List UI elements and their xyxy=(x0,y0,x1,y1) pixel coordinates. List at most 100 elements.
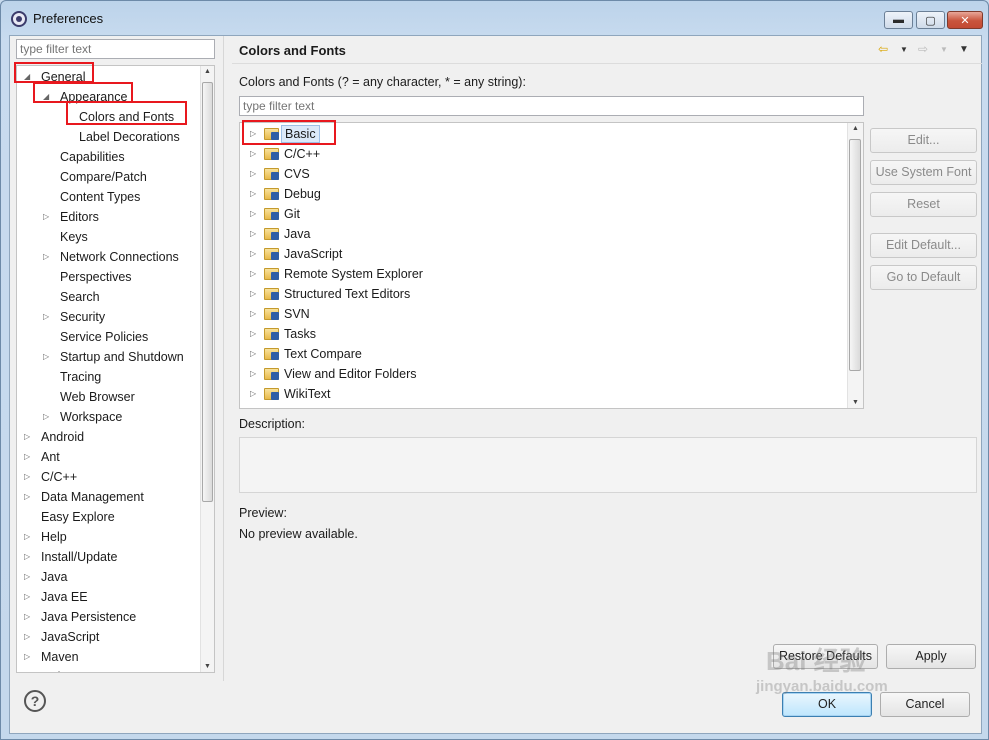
help-icon[interactable]: ? xyxy=(24,690,46,712)
left-filter-input[interactable] xyxy=(16,39,215,59)
collapsed-arrow-icon[interactable]: ▷ xyxy=(250,284,260,304)
tree-item[interactable]: ▷ Network Connections xyxy=(17,247,201,267)
collapsed-arrow-icon[interactable]: ▷ xyxy=(250,264,260,284)
view-menu-icon[interactable]: ▼ xyxy=(959,44,969,55)
tree-item[interactable]: ▷ Android xyxy=(17,427,201,447)
minimize-button[interactable]: ▬ xyxy=(884,11,913,29)
tree-item[interactable]: Tracing xyxy=(17,367,201,387)
close-button[interactable]: ✕ xyxy=(947,11,983,29)
collapsed-arrow-icon[interactable]: ▷ xyxy=(24,647,34,667)
collapsed-arrow-icon[interactable]: ▷ xyxy=(43,247,53,267)
tree-item[interactable]: ▷ Editors xyxy=(17,207,201,227)
collapsed-arrow-icon[interactable]: ▷ xyxy=(250,244,260,264)
category-item[interactable]: ▷ Text Compare xyxy=(240,344,840,364)
scroll-thumb[interactable] xyxy=(849,139,861,371)
scroll-down-icon[interactable]: ▼ xyxy=(204,663,211,670)
tree-item[interactable]: ▷ Help xyxy=(17,527,201,547)
collapsed-arrow-icon[interactable]: ▷ xyxy=(43,207,53,227)
tree-item-label: Ant xyxy=(41,450,60,464)
tree-item[interactable]: ▷ JavaScript xyxy=(17,627,201,647)
collapsed-arrow-icon[interactable]: ▷ xyxy=(24,667,34,672)
collapsed-arrow-icon[interactable]: ▷ xyxy=(24,427,34,447)
category-item[interactable]: ▷ SVN xyxy=(240,304,840,324)
scroll-up-icon[interactable]: ▲ xyxy=(204,68,211,75)
collapsed-arrow-icon[interactable]: ▷ xyxy=(250,344,260,364)
forward-menu-icon[interactable]: ▼ xyxy=(940,45,948,54)
tree-item[interactable]: ▷ Maven xyxy=(17,647,201,667)
category-filter-input[interactable] xyxy=(239,96,864,116)
collapsed-arrow-icon[interactable]: ▷ xyxy=(24,547,34,567)
tree-item[interactable]: ▷ Security xyxy=(17,307,201,327)
scroll-up-icon[interactable]: ▲ xyxy=(852,125,859,132)
tree-item[interactable]: Label Decorations xyxy=(17,127,201,147)
collapsed-arrow-icon[interactable]: ▷ xyxy=(250,144,260,164)
category-item[interactable]: ▷ C/C++ xyxy=(240,144,840,164)
use-system-font-button[interactable]: Use System Font xyxy=(870,160,977,185)
tree-item[interactable]: Web Browser xyxy=(17,387,201,407)
go-to-default-button[interactable]: Go to Default xyxy=(870,265,977,290)
collapsed-arrow-icon[interactable]: ▷ xyxy=(24,447,34,467)
tree-item[interactable]: Capabilities xyxy=(17,147,201,167)
tree-item[interactable]: Perspectives xyxy=(17,267,201,287)
collapsed-arrow-icon[interactable]: ▷ xyxy=(24,487,34,507)
tree-item[interactable]: ▷ Ant xyxy=(17,447,201,467)
collapsed-arrow-icon[interactable]: ▷ xyxy=(43,307,53,327)
collapsed-arrow-icon[interactable]: ▷ xyxy=(250,164,260,184)
collapsed-arrow-icon[interactable]: ▷ xyxy=(24,527,34,547)
category-label: WikiText xyxy=(284,387,331,401)
tree-item[interactable]: Compare/Patch xyxy=(17,167,201,187)
category-item[interactable]: ▷ WikiText xyxy=(240,384,840,404)
category-item[interactable]: ▷ Tasks xyxy=(240,324,840,344)
collapsed-arrow-icon[interactable]: ▷ xyxy=(250,324,260,344)
tree-item[interactable]: Easy Explore xyxy=(17,507,201,527)
tree-item[interactable]: ▷ Workspace xyxy=(17,407,201,427)
collapsed-arrow-icon[interactable]: ▷ xyxy=(250,304,260,324)
collapsed-arrow-icon[interactable]: ▷ xyxy=(250,384,260,404)
reset-button[interactable]: Reset xyxy=(870,192,977,217)
edit-default-button[interactable]: Edit Default... xyxy=(870,233,977,258)
category-item[interactable]: ▷ Java xyxy=(240,224,840,244)
font-folder-icon xyxy=(264,188,279,200)
split-divider[interactable] xyxy=(223,36,224,681)
tree-item[interactable]: Search xyxy=(17,287,201,307)
tree-item[interactable]: Service Policies xyxy=(17,327,201,347)
collapsed-arrow-icon[interactable]: ▷ xyxy=(250,224,260,244)
category-item[interactable]: ▷ Git xyxy=(240,204,840,224)
tree-item-label: Capabilities xyxy=(60,150,125,164)
tree-item[interactable]: ▷ C/C++ xyxy=(17,467,201,487)
tree-item[interactable]: ▷ Java EE xyxy=(17,587,201,607)
collapsed-arrow-icon[interactable]: ▷ xyxy=(24,567,34,587)
tree-item[interactable]: Keys xyxy=(17,227,201,247)
collapsed-arrow-icon[interactable]: ▷ xyxy=(250,184,260,204)
collapsed-arrow-icon[interactable]: ▷ xyxy=(250,204,260,224)
tree-item[interactable]: ▷ Mylyn xyxy=(17,667,201,672)
scroll-down-icon[interactable]: ▼ xyxy=(852,399,859,406)
category-item[interactable]: ▷ View and Editor Folders xyxy=(240,364,840,384)
tree-item[interactable]: Content Types xyxy=(17,187,201,207)
tree-item[interactable]: ▷ Java xyxy=(17,567,201,587)
collapsed-arrow-icon[interactable]: ▷ xyxy=(43,407,53,427)
tree-item[interactable]: ▷ Startup and Shutdown xyxy=(17,347,201,367)
maximize-button[interactable]: ▢ xyxy=(916,11,945,29)
tree-item[interactable]: ▷ Java Persistence xyxy=(17,607,201,627)
forward-arrow-icon[interactable]: ⇨ xyxy=(918,42,928,56)
tree-item[interactable]: ▷ Install/Update xyxy=(17,547,201,567)
collapsed-arrow-icon[interactable]: ▷ xyxy=(250,364,260,384)
collapsed-arrow-icon[interactable]: ▷ xyxy=(24,627,34,647)
collapsed-arrow-icon[interactable]: ▷ xyxy=(43,347,53,367)
scroll-thumb[interactable] xyxy=(202,82,213,502)
category-item[interactable]: ▷ Structured Text Editors xyxy=(240,284,840,304)
category-scrollbar[interactable]: ▲ ▼ xyxy=(847,123,863,408)
category-item[interactable]: ▷ JavaScript xyxy=(240,244,840,264)
edit-button[interactable]: Edit... xyxy=(870,128,977,153)
collapsed-arrow-icon[interactable]: ▷ xyxy=(24,587,34,607)
back-menu-icon[interactable]: ▼ xyxy=(900,45,908,54)
category-item[interactable]: ▷ Debug xyxy=(240,184,840,204)
tree-item[interactable]: ▷ Data Management xyxy=(17,487,201,507)
category-item[interactable]: ▷ CVS xyxy=(240,164,840,184)
category-item[interactable]: ▷ Remote System Explorer xyxy=(240,264,840,284)
collapsed-arrow-icon[interactable]: ▷ xyxy=(24,467,34,487)
collapsed-arrow-icon[interactable]: ▷ xyxy=(24,607,34,627)
tree-scrollbar[interactable]: ▲ ▼ xyxy=(200,66,214,672)
back-arrow-icon[interactable]: ⇦ xyxy=(878,42,888,56)
